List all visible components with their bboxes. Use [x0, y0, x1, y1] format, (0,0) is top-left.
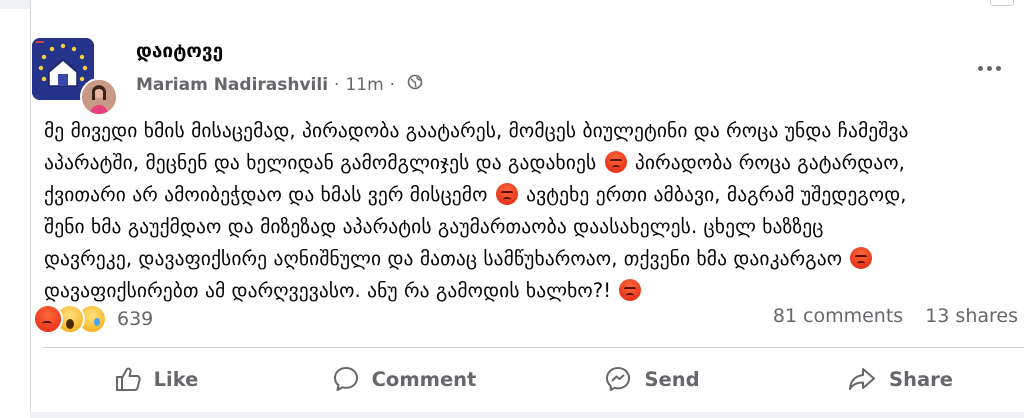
- post-header: დაიტოვე Mariam Nadirashvili · 11m ·: [32, 38, 1024, 116]
- shares-count-link[interactable]: 13 shares: [925, 305, 1018, 327]
- previous-card-edge: [990, 0, 1014, 6]
- more-options-button[interactable]: [974, 58, 1004, 78]
- messenger-icon: [606, 367, 631, 391]
- angry-emoji-icon: [850, 247, 873, 269]
- post-time[interactable]: 11m: [345, 75, 383, 95]
- meta-separator: ·: [334, 74, 340, 95]
- author-avatar[interactable]: [80, 78, 118, 116]
- speech-bubble-icon: [333, 367, 358, 391]
- angry-emoji-icon: [495, 183, 518, 205]
- share-button[interactable]: Share: [776, 350, 1024, 408]
- angry-emoji-icon: [604, 151, 627, 173]
- comments-count-link[interactable]: 81 comments: [773, 305, 903, 327]
- reactions-summary[interactable]: 639: [33, 304, 153, 334]
- post-line: ქვითარი არ ამოიბეჭდაო და ხმას ვერ მისცემ…: [44, 183, 907, 206]
- send-button[interactable]: Send: [528, 350, 776, 408]
- angry-reaction-icon: [33, 304, 63, 334]
- globe-icon: [407, 74, 423, 95]
- share-arrow-icon: [849, 368, 876, 390]
- post-meta: Mariam Nadirashvili · 11m ·: [136, 74, 423, 95]
- post-stats: 81 comments 13 shares: [773, 305, 1018, 327]
- reaction-count[interactable]: 639: [117, 308, 153, 330]
- comment-label: Comment: [371, 367, 477, 391]
- post-line: მე მივედი ხმის მისაცემად, პირადობა გაატა…: [44, 119, 909, 142]
- post-line: დავრეკე, დავაფიქსირე აღნიშნული და მათაც …: [44, 243, 1022, 275]
- post-body: მე მივედი ხმის მისაცემად, პირადობა გაატა…: [44, 115, 1022, 307]
- author-photo-icon: [82, 80, 116, 114]
- angry-emoji-icon: [619, 279, 642, 301]
- share-label: Share: [889, 367, 953, 391]
- more-dot: [995, 65, 1001, 71]
- author-name[interactable]: Mariam Nadirashvili: [136, 75, 328, 95]
- post-line: აპარატში, მეცნენ და ხელიდან გამომგლიჯეს …: [44, 151, 905, 174]
- card-bottom-edge: [30, 412, 1024, 418]
- comment-button[interactable]: Comment: [280, 350, 528, 408]
- top-strip: [0, 0, 1024, 9]
- more-dot: [977, 65, 983, 71]
- post-line: დავაფიქსირებთ ამ დარღვევასო. ანუ რა გამო…: [44, 275, 1022, 307]
- card-top-edge: [30, 0, 1024, 9]
- thumbs-up-icon: [115, 367, 141, 391]
- actions-divider: [42, 347, 1024, 348]
- group-name[interactable]: დაიტოვე: [136, 40, 223, 62]
- like-button[interactable]: Like: [32, 350, 280, 408]
- like-label: Like: [153, 367, 199, 391]
- post-line: შენი ხმა გაუქმდაო და მიზეზად აპარატის გა…: [44, 215, 824, 238]
- send-label: Send: [644, 367, 700, 391]
- post-actions: Like Comment Send Share: [32, 350, 1024, 408]
- meta-separator-2: ·: [389, 74, 396, 95]
- card-border: [30, 9, 31, 418]
- more-dot: [986, 65, 992, 71]
